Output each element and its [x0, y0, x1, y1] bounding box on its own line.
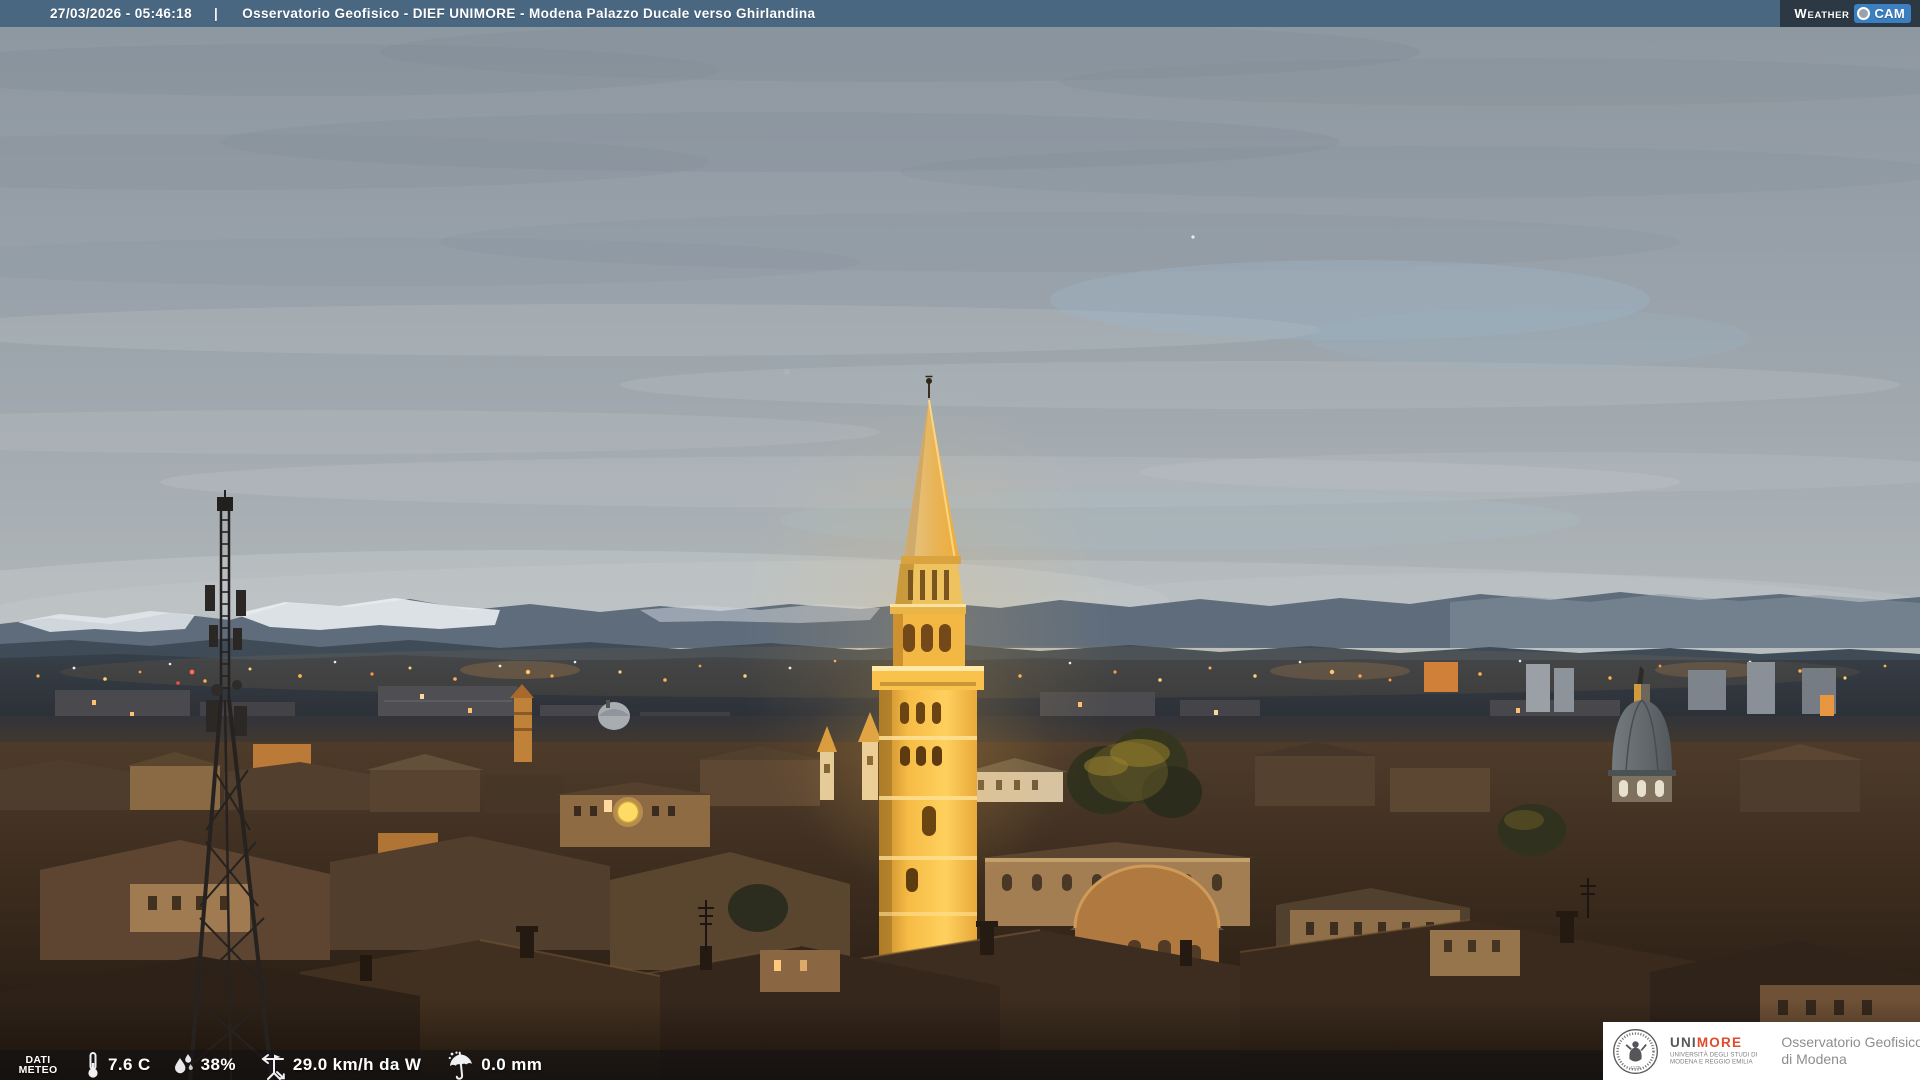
wind-group: 29.0 km/h da W	[260, 1051, 421, 1080]
unimore-seal-icon: 1175	[1613, 1028, 1658, 1074]
weathercam-word: WEATHER	[1794, 6, 1850, 21]
unimore-wordmark: UNIMORE UNIVERSITÀ DEGLI STUDI DI MODENA…	[1670, 1034, 1758, 1065]
humidity-value: 38%	[200, 1055, 236, 1074]
rain-umbrella-icon	[448, 1051, 473, 1080]
separator: |	[214, 6, 219, 21]
weathercam-logo: WEATHER CAM	[1780, 0, 1920, 27]
temperature-value: 7.6 C	[108, 1055, 151, 1074]
weathercam-cam-badge: CAM	[1854, 4, 1911, 23]
clock-building	[555, 782, 715, 847]
thermometer-icon	[88, 1052, 98, 1078]
page-title: Osservatorio Geofisico - DIEF UNIMORE - …	[242, 6, 816, 21]
humidity-group: 38%	[171, 1052, 236, 1078]
morning-star	[1191, 235, 1195, 239]
unimore-credit-box: 1175 UNIMORE UNIVERSITÀ DEGLI STUDI DI M…	[1603, 1022, 1920, 1080]
webcam-photo	[0, 0, 1920, 1080]
wind-value: 29.0 km/h da W	[292, 1055, 422, 1074]
timestamp: 27/03/2026 - 05:46:18	[50, 6, 193, 21]
svg-text:1175: 1175	[1631, 1065, 1641, 1070]
lit-clock-face	[616, 800, 640, 824]
precipitation-group: 0.0 mm	[448, 1051, 542, 1080]
wind-vane-icon	[261, 1053, 285, 1080]
humidity-icon	[174, 1054, 193, 1074]
precipitation-value: 0.0 mm	[481, 1055, 543, 1074]
header-bar: 27/03/2026 - 05:46:18 | Osservatorio Geo…	[0, 0, 1920, 27]
weathercam-lens-icon	[1857, 7, 1871, 20]
webcam-page: 27/03/2026 - 05:46:18 | Osservatorio Geo…	[0, 0, 1920, 1080]
red-beacon-light	[189, 669, 195, 675]
temperature-group: 7.6 C	[84, 1051, 151, 1079]
observatory-name: Osservatorio Geofisico di Modena	[1781, 1033, 1920, 1068]
meteo-label: DATI METEO	[18, 1054, 58, 1076]
